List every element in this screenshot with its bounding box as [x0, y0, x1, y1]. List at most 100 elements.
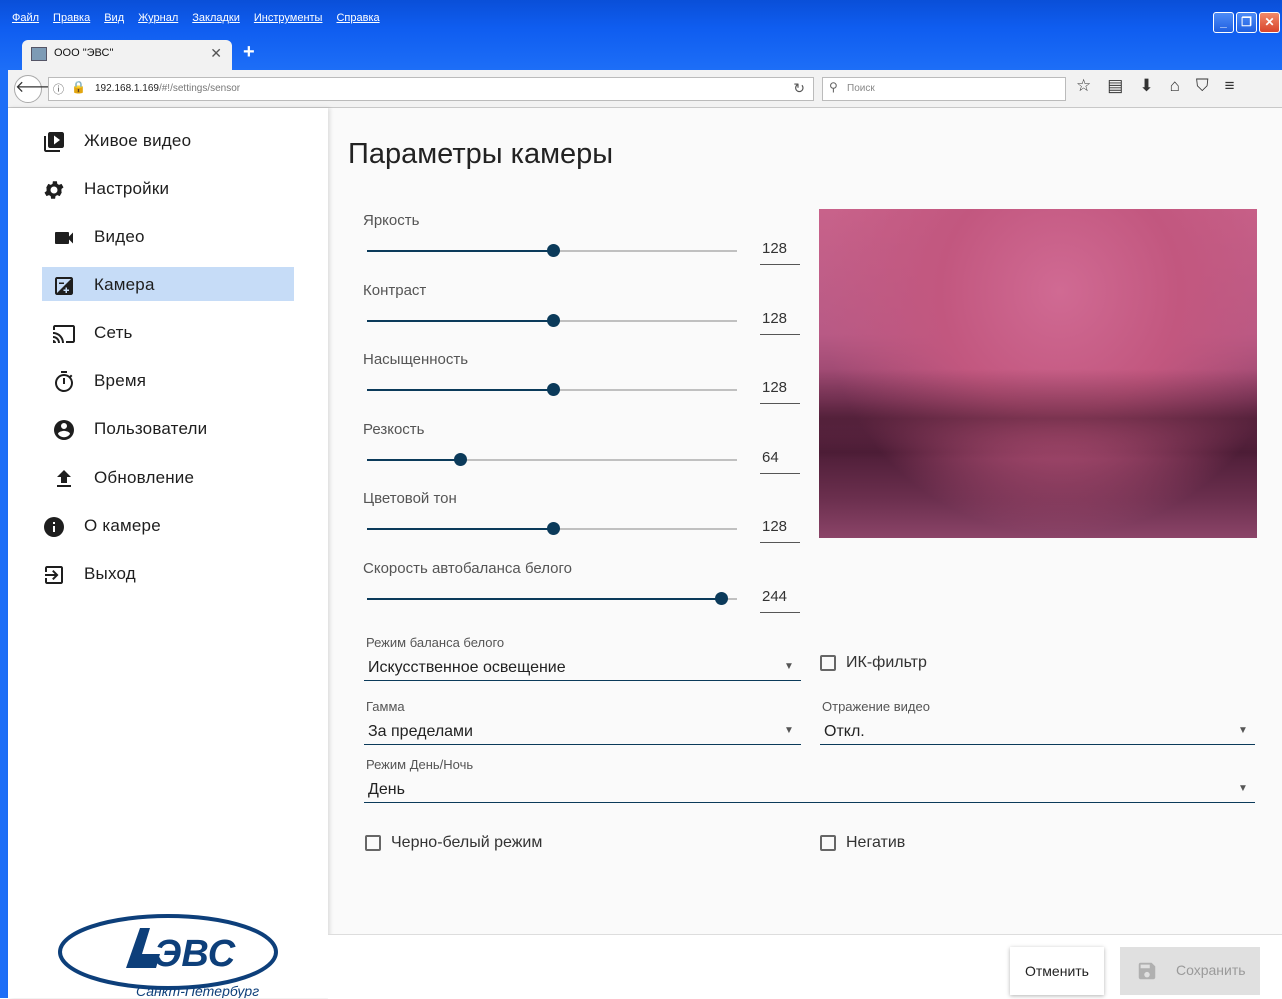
- gamma-value: За пределами: [368, 723, 473, 740]
- sidebar-item-logout[interactable]: Выход: [42, 558, 294, 592]
- chevron-down-icon: ▼: [1238, 725, 1248, 736]
- contrast-value-input[interactable]: 128: [760, 306, 800, 335]
- saturation-slider[interactable]: [367, 383, 737, 396]
- sidebar-item-label: Пользователи: [94, 419, 208, 438]
- live-video-icon: [44, 132, 64, 152]
- daynight-value: День: [368, 781, 405, 798]
- daynight-label: Режим День/Ночь: [366, 757, 474, 772]
- wb-mode-select[interactable]: Режим баланса белого Искусственное освещ…: [364, 635, 801, 685]
- mirror-select[interactable]: Отражение видео Откл. ▼: [820, 699, 1255, 749]
- sharpness-value-input[interactable]: 64: [760, 445, 800, 474]
- awb-speed-label: Скорость автобаланса белого: [363, 560, 572, 577]
- sidebar-item-network[interactable]: Сеть: [42, 317, 294, 351]
- save-button-label: Сохранить: [1176, 962, 1246, 978]
- restore-button[interactable]: ❐: [1236, 12, 1257, 33]
- menu-help[interactable]: Справка: [336, 12, 379, 28]
- saturation-value: 128: [762, 379, 788, 396]
- contrast-slider-thumb[interactable]: [547, 314, 560, 327]
- menu-history[interactable]: Журнал: [138, 12, 178, 28]
- menu-bookmarks[interactable]: Закладки: [192, 12, 240, 28]
- sidebar-item-label: Живое видео: [84, 131, 192, 150]
- hue-value: 128: [762, 518, 788, 535]
- bw-mode-checkbox[interactable]: Черно-белый режим: [365, 834, 542, 852]
- menu-tools[interactable]: Инструменты: [254, 12, 323, 28]
- window-border: [0, 70, 8, 998]
- browser-tab[interactable]: ООО "ЭВС" ✕: [22, 40, 232, 70]
- timer-icon: [55, 371, 74, 393]
- browser-navbar: 🡐 ⓘ 🔒 192.168.1.169/#!/settings/sensor ↻…: [8, 70, 1282, 108]
- back-arrow-icon[interactable]: 🡐: [14, 75, 58, 103]
- brightness-value-input[interactable]: 128: [760, 236, 800, 265]
- info-icon[interactable]: ⓘ: [53, 81, 64, 97]
- brightness-slider[interactable]: [367, 244, 737, 257]
- ir-filter-label: ИК-фильтр: [846, 654, 927, 671]
- sharpness-slider-thumb[interactable]: [454, 453, 467, 466]
- cast-network-icon: [53, 325, 75, 343]
- brightness-slider-thumb[interactable]: [547, 244, 560, 257]
- contrast-value: 128: [762, 310, 788, 327]
- upload-icon: [57, 470, 71, 487]
- search-input[interactable]: ⚲ Поиск: [822, 77, 1066, 101]
- negative-box[interactable]: [820, 835, 836, 851]
- insecure-lock-icon[interactable]: 🔒: [71, 80, 86, 94]
- company-logo: ЭВС Санкт-Петербург: [58, 914, 278, 998]
- awb-speed-slider-thumb[interactable]: [715, 592, 728, 605]
- chevron-down-icon: ▼: [784, 661, 794, 672]
- cancel-button[interactable]: Отменить: [1010, 947, 1104, 995]
- window-controls: _ ❐ ✕: [1213, 12, 1280, 33]
- save-button[interactable]: Сохранить: [1120, 947, 1260, 995]
- bookmark-star-icon[interactable]: ☆: [1076, 76, 1091, 96]
- awb-speed-slider[interactable]: [367, 592, 737, 605]
- sidebar-item-update[interactable]: Обновление: [42, 462, 294, 496]
- saturation-value-input[interactable]: 128: [760, 375, 800, 404]
- camera-preview-image: [819, 209, 1257, 538]
- sidebar-item-video[interactable]: Видео: [42, 221, 294, 255]
- contrast-slider-fill: [367, 320, 553, 322]
- gamma-select[interactable]: Гамма За пределами ▼: [364, 699, 801, 749]
- download-icon[interactable]: ⬇: [1139, 76, 1153, 96]
- sidebar-item-time[interactable]: Время: [42, 365, 294, 399]
- account-icon: [54, 420, 74, 440]
- menu-view[interactable]: Вид: [104, 12, 124, 28]
- url-bar[interactable]: ⓘ 🔒 192.168.1.169/#!/settings/sensor ↻: [48, 77, 814, 101]
- hue-slider-fill: [367, 528, 553, 530]
- chevron-down-icon: ▼: [1238, 783, 1248, 794]
- tab-close-icon[interactable]: ✕: [210, 45, 222, 62]
- minimize-button[interactable]: _: [1213, 12, 1234, 33]
- saturation-slider-fill: [367, 389, 553, 391]
- pocket-icon[interactable]: ⛉: [1196, 76, 1209, 96]
- bw-mode-label: Черно-белый режим: [391, 834, 543, 851]
- sidebar-item-camera[interactable]: Камера: [42, 267, 294, 301]
- sidebar-item-label: Видео: [94, 227, 145, 246]
- menu-edit[interactable]: Правка: [53, 12, 90, 28]
- sidebar-item-settings[interactable]: Настройки: [42, 173, 294, 207]
- ir-filter-checkbox[interactable]: ИК-фильтр: [820, 654, 927, 672]
- sidebar-item-about[interactable]: О камере: [42, 510, 294, 544]
- reload-icon[interactable]: ↻: [793, 80, 805, 97]
- sidebar-item-live-video[interactable]: Живое видео: [42, 125, 294, 159]
- negative-checkbox[interactable]: Негатив: [820, 834, 905, 852]
- bw-mode-box[interactable]: [365, 835, 381, 851]
- contrast-slider[interactable]: [367, 314, 737, 327]
- hue-slider-thumb[interactable]: [547, 522, 560, 535]
- sidebar-item-label: Камера: [94, 275, 155, 294]
- mirror-label: Отражение видео: [822, 699, 930, 714]
- chevron-down-icon: ▼: [784, 725, 794, 736]
- hamburger-menu-icon[interactable]: ≡: [1225, 76, 1235, 96]
- hue-slider[interactable]: [367, 522, 737, 535]
- info-icon: [44, 517, 64, 537]
- hue-value-input[interactable]: 128: [760, 514, 800, 543]
- awb-speed-value-input[interactable]: 244: [760, 584, 800, 613]
- new-tab-icon[interactable]: +: [243, 41, 255, 64]
- hue-label: Цветовой тон: [363, 490, 457, 507]
- window-close-button[interactable]: ✕: [1259, 12, 1280, 33]
- daynight-select[interactable]: Режим День/Ночь День ▼: [364, 757, 1255, 807]
- videocam-icon: [55, 232, 73, 244]
- sidebar-item-users[interactable]: Пользователи: [42, 413, 294, 447]
- ir-filter-box[interactable]: [820, 655, 836, 671]
- menu-file[interactable]: Файл: [12, 12, 39, 28]
- saturation-slider-thumb[interactable]: [547, 383, 560, 396]
- reader-list-icon[interactable]: ▤: [1107, 76, 1123, 96]
- home-icon[interactable]: ⌂: [1170, 76, 1180, 96]
- sharpness-slider[interactable]: [367, 453, 737, 466]
